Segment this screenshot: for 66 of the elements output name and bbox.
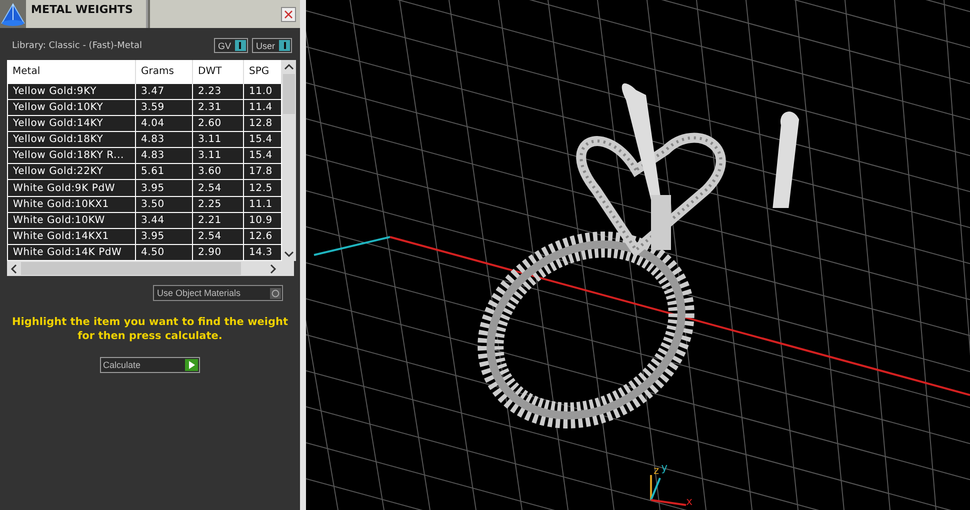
table-cell[interactable]: 15.4 <box>244 148 282 164</box>
scrollbar-thumb[interactable] <box>283 74 295 114</box>
table-cell[interactable]: 14.3 <box>244 244 282 260</box>
table-cell[interactable]: Yellow Gold:22KY <box>8 164 136 180</box>
panel-title: METAL WEIGHTS <box>26 0 148 28</box>
table-cell[interactable]: 3.95 <box>136 180 192 196</box>
close-button[interactable] <box>281 6 296 22</box>
table-cell[interactable]: 11.1 <box>244 196 282 212</box>
table-cell[interactable]: 2.31 <box>192 100 244 116</box>
table-cell[interactable]: 12.8 <box>244 116 282 132</box>
table-cell[interactable]: White Gold:14KX1 <box>8 228 136 244</box>
y-axis-label: y <box>661 461 668 474</box>
table-cell[interactable]: 3.47 <box>136 84 192 100</box>
table-cell[interactable]: 3.11 <box>192 132 244 148</box>
table-cell[interactable]: 4.83 <box>136 132 192 148</box>
table-cell[interactable]: 4.04 <box>136 116 192 132</box>
z-axis-label: z <box>653 464 660 477</box>
column-header[interactable]: DWT <box>192 60 244 84</box>
table-cell[interactable]: White Gold:14K PdW <box>8 244 136 260</box>
table-cell[interactable]: Yellow Gold:10KY <box>8 100 136 116</box>
table-cell[interactable]: 2.60 <box>192 116 244 132</box>
table-cell[interactable]: 2.54 <box>192 228 244 244</box>
3d-viewport[interactable]: z y x <box>306 0 970 510</box>
toggle-button[interactable]: GV <box>214 38 248 53</box>
table-cell[interactable]: 15.4 <box>244 132 282 148</box>
scale-icon <box>0 1 26 27</box>
table-cell[interactable]: 3.60 <box>192 164 244 180</box>
horizontal-scrollbar[interactable] <box>7 261 294 276</box>
table-cell[interactable]: White Gold:9K PdW <box>8 180 136 196</box>
table-cell[interactable]: 11.4 <box>244 100 282 116</box>
table-cell[interactable]: 2.21 <box>192 212 244 228</box>
table-cell[interactable]: Yellow Gold:9KY <box>8 84 136 100</box>
vertical-scrollbar[interactable] <box>282 60 296 261</box>
table-cell[interactable]: White Gold:10KX1 <box>8 196 136 212</box>
use-object-materials-toggle[interactable]: Use Object Materials <box>153 285 283 301</box>
scrollbar-thumb[interactable] <box>21 262 241 275</box>
x-axis-label: x <box>686 495 693 508</box>
instruction-text: Highlight the item you want to find the weight for then press calculate. <box>12 315 288 343</box>
table-cell[interactable]: 2.25 <box>192 196 244 212</box>
table-cell[interactable]: 5.61 <box>136 164 192 180</box>
table-cell[interactable]: 2.54 <box>192 180 244 196</box>
calculate-button[interactable]: Calculate <box>100 357 200 373</box>
table-cell[interactable]: 3.95 <box>136 228 192 244</box>
table-cell[interactable]: 12.5 <box>244 180 282 196</box>
table-cell[interactable]: White Gold:10KW <box>8 212 136 228</box>
table-cell[interactable]: 12.6 <box>244 228 282 244</box>
library-label: Library: Classic - (Fast)-Metal <box>12 40 142 50</box>
column-header[interactable]: Grams <box>136 60 192 84</box>
table-cell[interactable]: 3.11 <box>192 148 244 164</box>
table-cell[interactable]: Yellow Gold:18KY R... <box>8 148 136 164</box>
table-cell[interactable]: 10.9 <box>244 212 282 228</box>
table-cell[interactable]: 2.23 <box>192 84 244 100</box>
table-cell[interactable]: 3.50 <box>136 196 192 212</box>
table-cell[interactable]: 2.90 <box>192 244 244 260</box>
table-cell[interactable]: 3.44 <box>136 212 192 228</box>
table-cell[interactable]: 4.50 <box>136 244 192 260</box>
column-header[interactable]: SPG <box>244 60 282 84</box>
table-cell[interactable]: 4.83 <box>136 148 192 164</box>
close-icon <box>284 10 293 18</box>
play-icon <box>188 361 195 369</box>
table-cell[interactable]: Yellow Gold:14KY <box>8 116 136 132</box>
toggle-button[interactable]: User <box>252 38 292 53</box>
table-cell[interactable]: Yellow Gold:18KY <box>8 132 136 148</box>
table-cell[interactable]: 17.8 <box>244 164 282 180</box>
table-cell[interactable]: 11.0 <box>244 84 282 100</box>
table-cell[interactable]: 3.59 <box>136 100 192 116</box>
